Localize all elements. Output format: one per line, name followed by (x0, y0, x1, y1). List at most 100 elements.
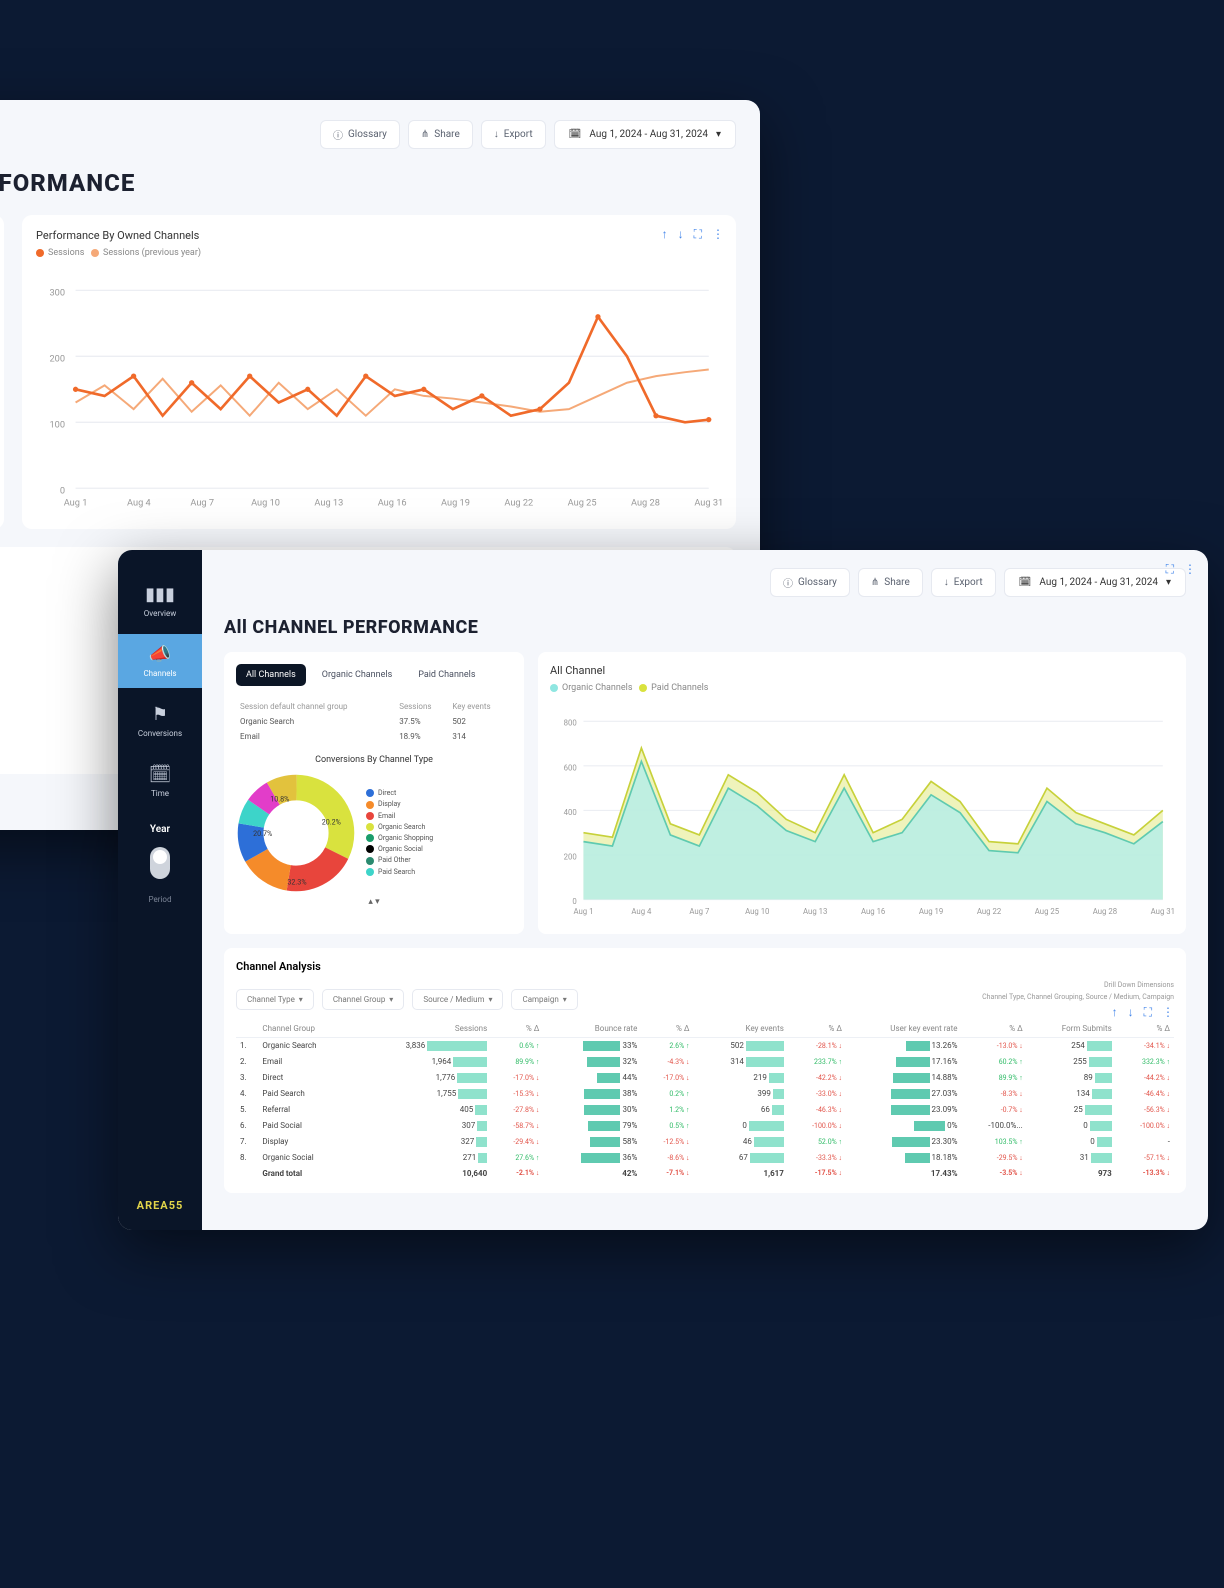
download-icon: ↓ (494, 129, 499, 140)
calendar-icon: 🗓 (118, 764, 202, 785)
kpi-card: Organic Channels Paid Channels ons077nce… (0, 215, 4, 529)
table-row[interactable]: 5.Referral405 -27.8% ↓ 30%1.2% ↑66 -46.3… (236, 1102, 1174, 1118)
svg-text:Aug 25: Aug 25 (1035, 907, 1060, 916)
sort-up-icon[interactable]: ↑ (662, 227, 668, 242)
drill-sub: Channel Type, Channel Grouping, Source /… (982, 993, 1174, 1001)
svg-text:Aug 7: Aug 7 (689, 907, 710, 916)
sidebar-item-overview[interactable]: ▮▮▮Overview (118, 574, 202, 628)
page-title: C CHANNEL PERFORMANCE (0, 169, 736, 197)
svg-text:Aug 16: Aug 16 (378, 497, 407, 508)
donut-title: Conversions By Channel Type (236, 755, 512, 765)
info-icon: ⓘ (333, 127, 343, 142)
sidebar: ▮▮▮Overview 📣Channels ⚑Conversions 🗓Time… (118, 550, 202, 1230)
sort-down-icon[interactable]: ↓ (678, 227, 684, 242)
date-range-picker[interactable]: 🗓Aug 1, 2024 - Aug 31, 2024▾ (554, 120, 736, 149)
svg-text:Aug 19: Aug 19 (441, 497, 470, 508)
expand-icon[interactable]: ⛶ (1144, 1005, 1152, 1020)
bar-chart-icon: ▮▮▮ (118, 584, 202, 605)
svg-text:Aug 19: Aug 19 (919, 907, 943, 916)
channel-mini-table: Session default channel groupSessionsKey… (236, 698, 512, 745)
svg-text:Aug 13: Aug 13 (314, 497, 343, 508)
year-label: Year (150, 824, 170, 835)
svg-text:100: 100 (49, 420, 65, 431)
flag-icon: ⚑ (118, 704, 202, 725)
owned-channels-chart-card: Performance By Owned Channels ↑ ↓ ⛶ ⋮ Se… (22, 215, 736, 529)
filters: Channel Type ▾ Channel Group ▾ Source / Me… (236, 989, 578, 1010)
svg-text:800: 800 (564, 719, 577, 728)
chevron-down-icon: ▾ (716, 129, 721, 140)
expand-indicator[interactable]: ▴ ▾ (236, 897, 512, 907)
svg-text:Aug 31: Aug 31 (694, 497, 722, 508)
svg-text:Aug 7: Aug 7 (190, 497, 214, 508)
brand-logo: AREA55 (137, 1199, 184, 1212)
info-icon: ⓘ (783, 575, 793, 590)
svg-text:Aug 22: Aug 22 (977, 907, 1002, 916)
share-icon: ⋔ (871, 577, 879, 588)
svg-text:300: 300 (49, 288, 65, 299)
date-range-picker[interactable]: 🗓Aug 1, 2024 - Aug 31, 2024▾ (1004, 568, 1186, 597)
megaphone-icon: 📣 (118, 644, 202, 665)
svg-text:Aug 25: Aug 25 (568, 497, 597, 508)
tab-organic-channels[interactable]: Organic Channels (312, 664, 402, 686)
tab-paid-channels[interactable]: Paid Channels (408, 664, 485, 686)
table-row[interactable]: 7.Display327 -29.4% ↓ 58%-12.5% ↓46 52.0… (236, 1134, 1174, 1150)
chart-actions: ↑ ↓ ⛶ ⋮ (662, 227, 724, 242)
table-row[interactable]: 1.Organic Search3,836 0.6% ↑ 33%2.6% ↑50… (236, 1037, 1174, 1054)
chart-title: Performance By Owned Channels (36, 229, 722, 242)
svg-text:32.3%: 32.3% (287, 877, 306, 886)
tab-all-channels[interactable]: All Channels (236, 664, 306, 686)
table-row[interactable]: 8.Organic Social271 27.6% ↑ 36%-8.6% ↓67… (236, 1150, 1174, 1166)
filter-pill[interactable]: Source / Medium ▾ (412, 989, 503, 1010)
export-button[interactable]: ↓Export (481, 120, 546, 149)
sidebar-item-time[interactable]: 🗓Time (118, 754, 202, 808)
sort-up-icon[interactable]: ↑ (1112, 1005, 1118, 1020)
table-row: Organic Search37.5%502 (238, 715, 510, 728)
glossary-button[interactable]: ⓘGlossary (770, 568, 850, 597)
svg-text:0: 0 (572, 897, 576, 906)
filter-pill[interactable]: Channel Group ▾ (322, 989, 405, 1010)
svg-text:600: 600 (564, 763, 577, 772)
year-period-toggle[interactable] (150, 847, 170, 879)
expand-icon[interactable]: ⛶ (1166, 562, 1174, 577)
drill-label: Drill Down Dimensions (982, 981, 1174, 989)
sort-down-icon[interactable]: ↓ (1128, 1005, 1134, 1020)
more-icon[interactable]: ⋮ (1184, 562, 1196, 577)
front-toolbar: ⓘGlossary ⋔Share ↓Export 🗓Aug 1, 2024 - … (224, 568, 1186, 597)
calendar-icon: 🗓 (569, 129, 582, 140)
share-button[interactable]: ⋔Share (408, 120, 473, 149)
calendar-icon: 🗓 (1019, 577, 1032, 588)
svg-text:200: 200 (564, 852, 577, 861)
table-row[interactable]: 2.Email1,964 89.9% ↑ 32%-4.3% ↓314 233.7… (236, 1054, 1174, 1070)
export-button[interactable]: ↓Export (931, 568, 996, 597)
sidebar-item-conversions[interactable]: ⚑Conversions (118, 694, 202, 748)
main-content: ⓘGlossary ⋔Share ↓Export 🗓Aug 1, 2024 - … (202, 550, 1208, 1230)
svg-text:0: 0 (60, 486, 65, 497)
filter-pill[interactable]: Channel Type ▾ (236, 989, 314, 1010)
svg-text:20.7%: 20.7% (253, 829, 272, 838)
svg-text:10.8%: 10.8% (270, 795, 289, 804)
svg-text:Aug 10: Aug 10 (745, 907, 769, 916)
svg-text:Aug 28: Aug 28 (1093, 907, 1117, 916)
expand-icon[interactable]: ⛶ (694, 227, 702, 242)
analysis-title: Channel Analysis (236, 960, 1174, 973)
period-label: Period (149, 895, 172, 904)
all-channel-chart-card: All Channel ⛶ ⋮ Organic Channels Paid Ch… (538, 652, 1186, 934)
svg-text:Aug 31: Aug 31 (1151, 907, 1174, 916)
channel-summary-card: All Channels Organic Channels Paid Chann… (224, 652, 524, 934)
svg-text:Aug 22: Aug 22 (504, 497, 533, 508)
table-row[interactable]: 6.Paid Social307 -58.7% ↓ 79%0.5% ↑0 -10… (236, 1118, 1174, 1134)
svg-text:Aug 16: Aug 16 (861, 907, 885, 916)
filter-pill[interactable]: Campaign ▾ (511, 989, 577, 1010)
channel-analysis-card: Channel Analysis Channel Type ▾ Channel G… (224, 948, 1186, 1193)
glossary-button[interactable]: ⓘGlossary (320, 120, 400, 149)
table-row[interactable]: 3.Direct1,776 -17.0% ↓ 44%-17.0% ↓219 -4… (236, 1070, 1174, 1086)
table-row[interactable]: 4.Paid Search1,755 -15.3% ↓ 38%0.2% ↑399… (236, 1086, 1174, 1102)
sidebar-item-channels[interactable]: 📣Channels (118, 634, 202, 688)
svg-text:Aug 1: Aug 1 (64, 497, 88, 508)
more-icon[interactable]: ⋮ (1162, 1005, 1174, 1020)
share-button[interactable]: ⋔Share (858, 568, 923, 597)
page-title: All CHANNEL PERFORMANCE (224, 617, 1186, 638)
donut-legend: DirectDisplayEmailOrganic SearchOrganic … (366, 788, 433, 878)
chart-legend: Sessions Sessions (previous year) (36, 248, 722, 258)
more-icon[interactable]: ⋮ (712, 227, 724, 242)
